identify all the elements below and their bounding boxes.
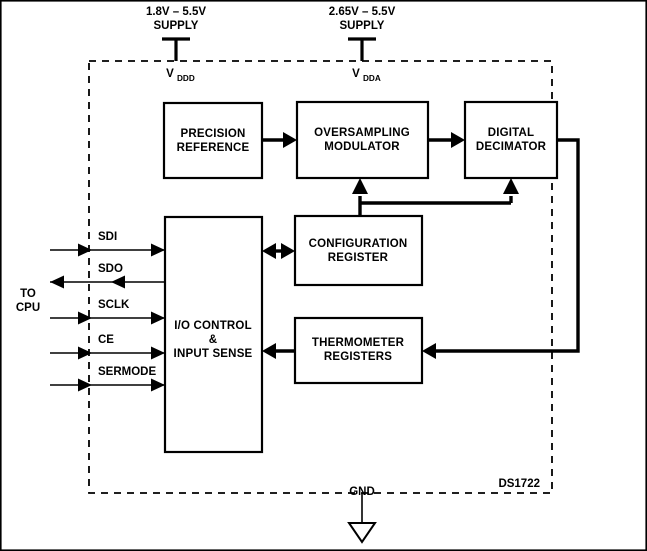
block-thermometer-registers[interactable]: THERMOMETER REGISTERS — [293, 316, 424, 385]
signal-sdo-label: SDO — [98, 263, 123, 275]
to-cpu-label: TO CPU — [16, 288, 40, 314]
block-configuration-register-line1: CONFIGURATION — [309, 238, 408, 250]
wire-io-to-config-arrow-icon — [281, 243, 295, 259]
block-configuration-register-line2: REGISTER — [328, 252, 389, 264]
block-configuration-register[interactable]: CONFIGURATION REGISTER — [293, 214, 424, 287]
wire-io-config-bidirectional — [262, 243, 295, 259]
supply-vddd: 1.8V – 5.5V SUPPLY V DDD — [146, 6, 206, 83]
wire-config-to-io-arrow-icon — [262, 243, 276, 259]
block-digital-decimator-line2: DECIMATOR — [476, 141, 547, 153]
pin-vdda-name: V — [352, 68, 360, 80]
part-number-label: DS1722 — [498, 478, 540, 490]
block-precision-reference-line2: REFERENCE — [177, 142, 250, 154]
block-precision-reference-line1: PRECISION — [180, 128, 245, 140]
wire-config-to-modulator-decimator — [352, 178, 519, 216]
to-cpu-line1: TO — [20, 288, 36, 300]
signal-ce-arrow-icon — [151, 346, 165, 360]
block-io-control-line2: & — [209, 334, 218, 346]
block-io-control-line3: INPUT SENSE — [174, 348, 253, 360]
signal-ce-mid-arrow-icon — [78, 346, 92, 360]
wire-config-to-modulator-arrow-icon — [352, 178, 368, 194]
wire-reference-to-modulator-arrow-icon — [283, 132, 297, 148]
wire-decimator-to-thermometer-arrow-icon — [422, 343, 436, 359]
block-digital-decimator[interactable]: DIGITAL DECIMATOR — [463, 100, 559, 180]
pin-vddd-subscript: DDD — [177, 74, 195, 83]
signal-ce: CE — [50, 334, 165, 360]
wire-thermometer-to-io — [262, 343, 295, 359]
block-oversampling-modulator-line1: OVERSAMPLING — [314, 127, 410, 139]
supply-vdda: 2.65V – 5.5V SUPPLY V DDA — [329, 6, 396, 83]
signal-sermode-label: SERMODE — [98, 366, 156, 378]
block-digital-decimator-line1: DIGITAL — [488, 127, 535, 139]
signal-sermode: SERMODE — [50, 366, 165, 392]
ground-pin: GND — [347, 486, 377, 544]
wire-modulator-to-decimator — [428, 132, 465, 148]
block-oversampling-modulator[interactable]: OVERSAMPLING MODULATOR — [295, 100, 430, 180]
block-oversampling-modulator-line2: MODULATOR — [324, 141, 400, 153]
pin-vddd-name: V — [166, 68, 174, 80]
signal-ce-label: CE — [98, 334, 114, 346]
block-thermometer-registers-line2: REGISTERS — [324, 351, 392, 363]
ds1722-block-diagram: 1.8V – 5.5V SUPPLY V DDD 2.65V – 5.5V SU… — [0, 0, 647, 551]
supply-vdda-range: 2.65V – 5.5V — [329, 6, 396, 18]
signal-sdo: SDO — [50, 263, 165, 289]
signal-sermode-arrow-icon — [151, 378, 165, 392]
signal-sdi: SDI — [50, 231, 165, 257]
pin-vdda-subscript: DDA — [363, 74, 381, 83]
block-precision-reference[interactable]: PRECISION REFERENCE — [162, 101, 264, 180]
wire-reference-to-modulator — [262, 132, 297, 148]
signal-sdi-arrow-icon — [151, 243, 165, 257]
wire-config-to-decimator-arrow-icon — [503, 178, 519, 194]
supply-vdda-label: SUPPLY — [340, 20, 385, 32]
supply-vddd-label: SUPPLY — [154, 20, 199, 32]
block-diagram-page: 1.8V – 5.5V SUPPLY V DDD 2.65V – 5.5V SU… — [0, 0, 647, 551]
signal-sdi-label: SDI — [98, 231, 117, 243]
supply-vddd-range: 1.8V – 5.5V — [146, 6, 206, 18]
signal-sclk-arrow-icon — [151, 311, 165, 325]
signal-sdo-mid-arrow-icon — [111, 275, 125, 289]
wire-thermometer-to-io-arrow-icon — [262, 343, 276, 359]
wire-modulator-to-decimator-arrow-icon — [451, 132, 465, 148]
block-thermometer-registers-line1: THERMOMETER — [312, 337, 405, 349]
signal-sclk: SCLK — [50, 299, 165, 325]
signal-sdo-arrow-icon — [50, 275, 64, 289]
block-io-control-line1: I/O CONTROL — [174, 320, 252, 332]
signal-sclk-label: SCLK — [98, 299, 130, 311]
to-cpu-line2: CPU — [16, 302, 40, 314]
block-io-control[interactable]: I/O CONTROL & INPUT SENSE — [163, 215, 264, 454]
ground-triangle-icon — [347, 522, 377, 544]
